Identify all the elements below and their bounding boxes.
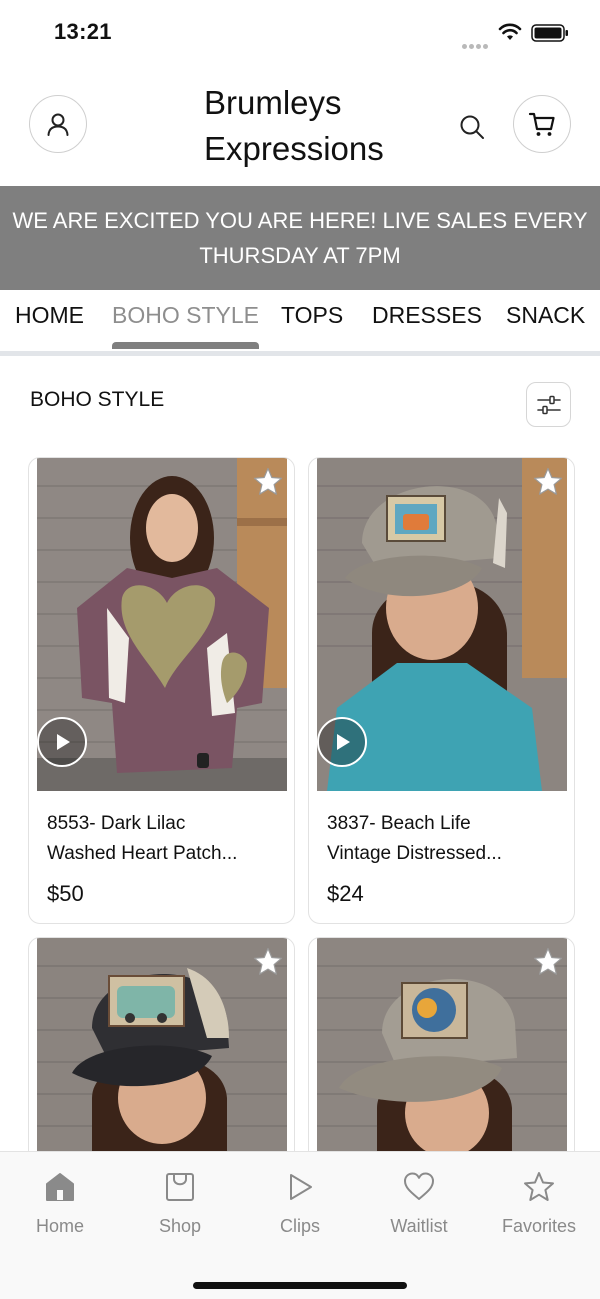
favorite-star-icon[interactable]	[532, 946, 564, 978]
store-title: Brumleys Expressions	[204, 84, 384, 167]
tab-shop-label: Shop	[158, 1216, 202, 1236]
heart-icon	[404, 1172, 434, 1200]
product-name: 3837- Beach Life Vintage Distressed...	[327, 813, 502, 864]
cart-button[interactable]	[513, 95, 571, 153]
search-icon	[460, 115, 484, 139]
bottom-tab-bar: Home Shop Clips Waitlist Favorites	[0, 1151, 600, 1299]
product-price: $24	[327, 881, 364, 906]
category-tab-boho-style[interactable]: BOHO STYLE	[112, 302, 259, 350]
category-tab-snack[interactable]: SNACK	[506, 302, 585, 350]
favorite-star-icon[interactable]	[252, 466, 284, 498]
status-bar: 13:21	[0, 0, 600, 66]
category-tab-tops[interactable]: TOPS	[281, 302, 343, 350]
promo-banner: WE ARE EXCITED YOU ARE HERE! LIVE SALES …	[0, 186, 600, 290]
wifi-icon	[498, 23, 522, 40]
tab-favorites-label: Favorites	[501, 1216, 577, 1236]
play-icon	[290, 1174, 312, 1200]
signal-icon	[462, 36, 492, 49]
sliders-icon	[536, 395, 561, 414]
video-play-button[interactable]	[317, 717, 367, 767]
cart-icon	[528, 112, 555, 136]
category-tab-dresses[interactable]: DRESSES	[372, 302, 482, 350]
shop-icon	[166, 1173, 194, 1201]
filter-button[interactable]	[526, 382, 571, 427]
tab-favorites[interactable]: Favorites	[484, 1170, 594, 1237]
favorite-star-icon[interactable]	[252, 946, 284, 978]
status-time: 13:21	[54, 19, 112, 44]
battery-icon	[531, 24, 568, 42]
tab-home[interactable]: Home	[5, 1170, 115, 1237]
product-card[interactable]: 3837- Beach Life Vintage Distressed... $…	[308, 457, 575, 924]
play-icon	[337, 734, 350, 750]
tab-shop[interactable]: Shop	[125, 1170, 235, 1237]
tab-waitlist[interactable]: Waitlist	[364, 1170, 474, 1237]
category-tab-home[interactable]: HOME	[15, 302, 84, 350]
account-button[interactable]	[29, 95, 87, 153]
active-tab-indicator	[112, 342, 259, 349]
section-title: BOHO STYLE	[30, 388, 165, 411]
star-icon	[524, 1172, 554, 1201]
tab-home-label: Home	[35, 1216, 84, 1236]
home-icon	[46, 1173, 74, 1201]
search-button[interactable]	[455, 110, 489, 144]
video-play-button[interactable]	[37, 717, 87, 767]
product-price: $50	[47, 881, 84, 906]
home-indicator	[193, 1282, 407, 1289]
tab-waitlist-label: Waitlist	[390, 1216, 448, 1236]
tab-clips[interactable]: Clips	[245, 1170, 355, 1237]
app-header: Brumleys Expressions	[0, 66, 600, 186]
favorite-star-icon[interactable]	[532, 466, 564, 498]
product-name: 8553- Dark Lilac Washed Heart Patch...	[47, 813, 238, 864]
category-nav: HOME BOHO STYLE TOPS DRESSES SNACK	[0, 290, 600, 356]
play-icon	[57, 734, 70, 750]
tab-clips-label: Clips	[279, 1216, 320, 1236]
product-card[interactable]: 8553- Dark Lilac Washed Heart Patch... $…	[28, 457, 295, 924]
user-icon	[47, 113, 69, 136]
